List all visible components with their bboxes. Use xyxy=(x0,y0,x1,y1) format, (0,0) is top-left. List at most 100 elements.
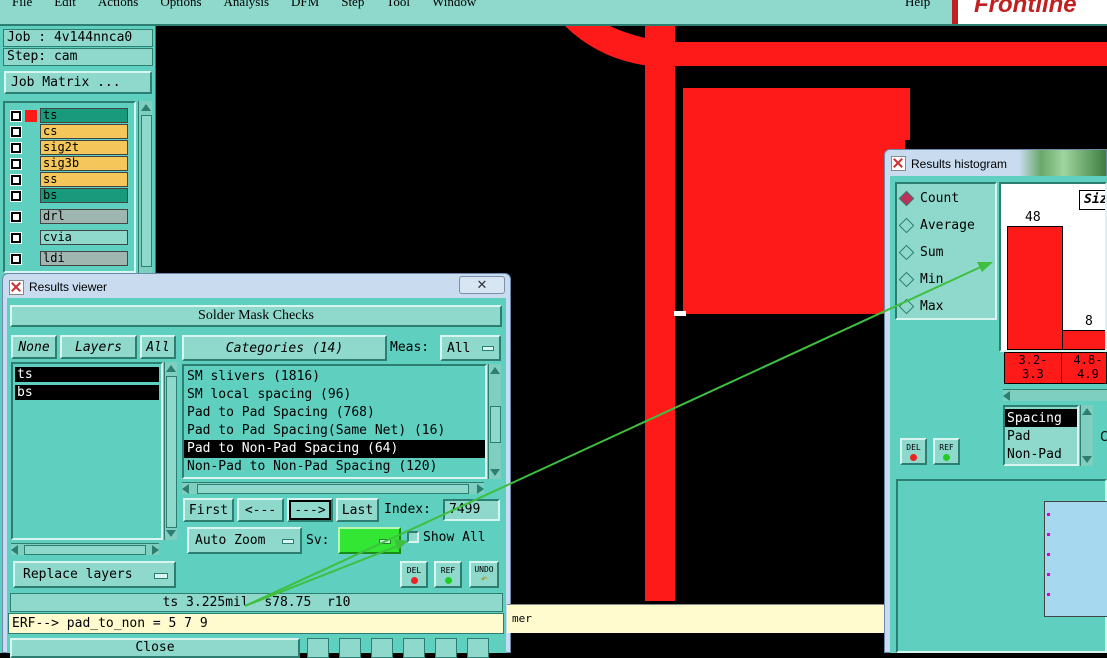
canvas-message-text: mer xyxy=(512,612,532,625)
menu-analysis[interactable]: Analysis xyxy=(224,0,270,9)
undo-button[interactable]: UNDO ↶ xyxy=(469,561,499,588)
layer-row-ldi[interactable]: ldi xyxy=(10,251,128,266)
category-item[interactable]: Pad to Pad Spacing (768) xyxy=(184,404,485,422)
histogram-chart: Siz 48 8 xyxy=(999,182,1107,352)
histogram-ref-button[interactable]: REF xyxy=(933,438,960,465)
bottom-toolbar xyxy=(303,638,505,658)
last-button[interactable]: Last xyxy=(336,498,379,522)
menubar: File Edit Actions Options Analysis DFM S… xyxy=(0,0,952,26)
active-layer-marker xyxy=(25,109,37,122)
none-button[interactable]: None xyxy=(11,335,57,359)
layer-name: bs xyxy=(40,188,128,203)
category-hscroll[interactable] xyxy=(182,482,484,494)
categories-button[interactable]: Categories (14) xyxy=(182,335,387,361)
mode-max[interactable]: Max xyxy=(897,293,995,320)
category-item[interactable]: Pad to Pad Spacing(Same Net) (16) xyxy=(184,422,485,440)
all-layers-button[interactable]: All xyxy=(140,335,176,359)
layer-name: ts xyxy=(40,108,128,123)
menu-actions[interactable]: Actions xyxy=(98,0,138,9)
histogram-bar[interactable] xyxy=(1062,330,1105,350)
job-matrix-button[interactable]: Job Matrix ... xyxy=(4,71,152,94)
close-window-button[interactable]: ✕ xyxy=(459,276,505,294)
menu-dfm[interactable]: DFM xyxy=(291,0,319,9)
first-button[interactable]: First xyxy=(183,498,234,522)
menu-edit[interactable]: Edit xyxy=(54,0,76,9)
bin-labels: 3.2- 3.3 4.8- 4.9 xyxy=(1004,352,1107,384)
layer-row-ss[interactable]: ss xyxy=(10,172,128,187)
category-item[interactable]: SM local spacing (96) xyxy=(184,386,485,404)
replace-layers-button[interactable]: Replace layers xyxy=(13,561,176,588)
del-button[interactable]: DEL xyxy=(400,561,428,588)
report-icon[interactable] xyxy=(435,638,457,658)
category-vscroll[interactable] xyxy=(488,364,501,479)
type-item-selected[interactable]: Spacing xyxy=(1005,409,1077,427)
layer-results-vscroll[interactable] xyxy=(164,362,177,540)
meas-label: Meas: xyxy=(390,340,430,355)
layer-row-drl[interactable]: drl xyxy=(10,209,128,224)
layer-result-ts[interactable]: ts xyxy=(15,367,159,382)
radio-off-icon xyxy=(898,244,915,261)
histogram-hscroll[interactable] xyxy=(1003,389,1107,401)
layer-row-cvia[interactable]: cvia xyxy=(10,230,128,245)
histogram-extra-label: C xyxy=(1100,430,1107,445)
layer-result-bs[interactable]: bs xyxy=(15,385,159,400)
layer-name: cs xyxy=(40,124,128,139)
radio-off-icon xyxy=(898,298,915,315)
close-button[interactable]: Close xyxy=(10,638,300,658)
red-dot-icon xyxy=(910,453,917,461)
type-item[interactable]: Non-Pad xyxy=(1005,445,1077,463)
preview-board xyxy=(1044,501,1107,617)
layer-row-cs[interactable]: cs xyxy=(10,124,128,139)
type-list-vscroll[interactable] xyxy=(1080,405,1093,466)
layer-row-sig2t[interactable]: sig2t xyxy=(10,140,128,155)
bin-label: 4.8- 4.9 xyxy=(1073,353,1103,381)
category-item[interactable]: SM slivers (1816) xyxy=(184,368,485,386)
sv-color-dropdown[interactable] xyxy=(338,527,401,554)
layer-icon[interactable] xyxy=(403,638,425,658)
mode-average[interactable]: Average xyxy=(897,212,995,239)
layer-row-sig3b[interactable]: sig3b xyxy=(10,156,128,171)
stop-icon[interactable] xyxy=(339,638,361,658)
histogram-del-button[interactable]: DEL xyxy=(900,438,927,465)
layer-results-hscroll[interactable] xyxy=(11,543,159,555)
next-button[interactable]: ---> xyxy=(287,498,333,522)
erf-line: ERF--> pad_to_non = 5 7 9 xyxy=(8,613,504,634)
layers-button[interactable]: Layers xyxy=(60,335,137,359)
step-label: Step: cam xyxy=(3,48,153,66)
histogram-bar[interactable] xyxy=(1007,226,1063,350)
show-all-checkbox[interactable] xyxy=(407,531,419,543)
menu-window[interactable]: Window xyxy=(432,0,476,9)
histogram-icon[interactable] xyxy=(467,638,489,658)
auto-zoom-dropdown[interactable]: Auto Zoom xyxy=(187,527,302,554)
category-item[interactable]: Non-Pad to Non-Pad Spacing (120) xyxy=(184,458,485,476)
layer-list-scrollbar[interactable] xyxy=(138,101,152,273)
menu-help[interactable]: Help xyxy=(905,0,930,10)
category-item-selected[interactable]: Pad to Non-Pad Spacing (64) xyxy=(184,440,485,458)
mode-count[interactable]: Count xyxy=(897,185,995,212)
mode-min[interactable]: Min xyxy=(897,266,995,293)
layer-row-ts[interactable]: ts xyxy=(10,108,128,123)
frontline-logo: Frontline xyxy=(974,0,1077,18)
mode-sum[interactable]: Sum xyxy=(897,239,995,266)
meas-dropdown[interactable]: All xyxy=(440,335,501,361)
dropdown-icon xyxy=(482,346,494,351)
bin-label: 3.2- 3.3 xyxy=(1005,353,1062,383)
type-list: Spacing Pad Non-Pad xyxy=(1003,405,1079,466)
sv-label: Sv: xyxy=(306,533,330,548)
size-button[interactable]: Siz xyxy=(1079,190,1105,210)
layer-name: cvia xyxy=(40,230,128,245)
canvas-message-strip: mer xyxy=(507,604,887,633)
menu-file[interactable]: File xyxy=(12,0,32,9)
menu-options[interactable]: Options xyxy=(160,0,201,9)
ref-button[interactable]: REF xyxy=(434,561,462,588)
previous-button[interactable]: <--- xyxy=(237,498,284,522)
type-item[interactable]: Pad xyxy=(1005,427,1077,445)
menu-tool[interactable]: Tool xyxy=(386,0,410,9)
cross-icon[interactable] xyxy=(371,638,393,658)
mode-radio-group: Count Average Sum Min Max xyxy=(895,182,997,320)
replace-layers-label: Replace layers xyxy=(23,567,133,582)
menu-step[interactable]: Step xyxy=(341,0,364,9)
probe-icon[interactable] xyxy=(307,638,329,658)
layer-row-bs[interactable]: bs xyxy=(10,188,128,203)
index-input[interactable]: 7499 xyxy=(443,499,500,521)
